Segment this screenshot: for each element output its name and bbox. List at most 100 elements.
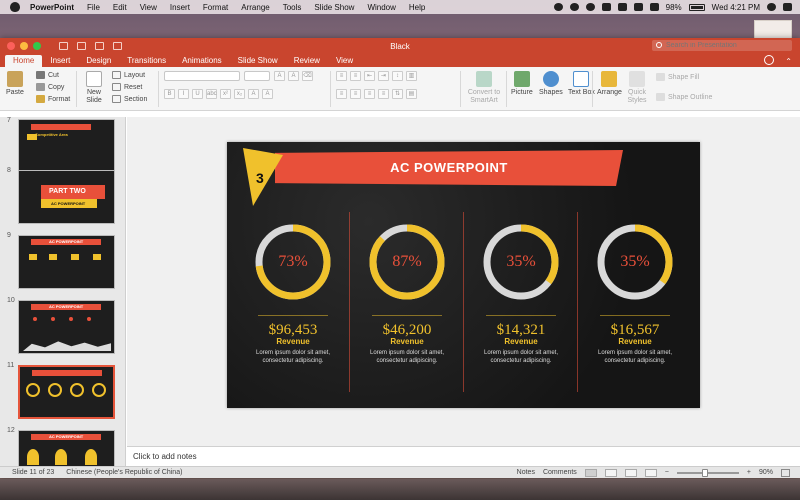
menu-edit[interactable]: Edit xyxy=(113,3,127,12)
text-direction-icon[interactable]: ⇅ xyxy=(392,89,403,99)
format-painter-button[interactable]: Format xyxy=(36,93,70,105)
justify-icon[interactable]: ≡ xyxy=(378,89,389,99)
menu-insert[interactable]: Insert xyxy=(170,3,190,12)
slide-title[interactable]: AC POWERPOINT xyxy=(275,150,623,186)
font-name-field[interactable] xyxy=(164,71,240,81)
apple-icon[interactable] xyxy=(10,2,20,12)
search-input[interactable] xyxy=(652,40,792,51)
line-spacing-icon[interactable]: ↕ xyxy=(392,71,403,81)
menu-window[interactable]: Window xyxy=(367,3,395,12)
cut-button[interactable]: Cut xyxy=(36,69,70,81)
shape-outline-button[interactable]: Shape Outline xyxy=(656,91,712,103)
align-left-icon[interactable]: ≡ xyxy=(336,89,347,99)
reading-view-button[interactable] xyxy=(624,468,637,477)
menu-slide-show[interactable]: Slide Show xyxy=(314,3,354,12)
strikethrough-button[interactable]: abc xyxy=(206,89,217,99)
menu-arrange[interactable]: Arrange xyxy=(241,3,269,12)
picture-button[interactable]: Picture xyxy=(511,71,533,97)
underline-button[interactable]: U xyxy=(192,89,203,99)
increase-indent-icon[interactable]: ⇥ xyxy=(378,71,389,81)
list-icon[interactable] xyxy=(783,3,792,11)
tab-home[interactable]: Home xyxy=(5,55,43,67)
notes-toggle-button[interactable]: Notes xyxy=(517,469,535,476)
qq-icon[interactable] xyxy=(585,3,595,11)
search-icon[interactable] xyxy=(767,3,776,11)
tab-review[interactable]: Review xyxy=(286,55,328,67)
minimize-window-button[interactable] xyxy=(20,42,28,50)
numbering-icon[interactable]: ≡ xyxy=(350,71,361,81)
close-window-button[interactable] xyxy=(7,42,15,50)
zoom-out-button[interactable]: − xyxy=(665,469,669,476)
slide-editing-canvas[interactable]: AC POWERPOINT 3 73% $96,453 Revenue Lore… xyxy=(127,117,800,446)
chat-icon[interactable] xyxy=(601,3,611,11)
copy-button[interactable]: Copy xyxy=(36,81,70,93)
slide-thumbnail-12[interactable]: AC POWERPOINT xyxy=(18,430,115,466)
slide-thumbnail-9[interactable]: AC POWERPOINT xyxy=(18,235,115,289)
fit-to-window-button[interactable] xyxy=(781,468,790,477)
shapes-button[interactable]: Shapes xyxy=(539,71,563,97)
menu-help[interactable]: Help xyxy=(409,3,425,12)
zoom-slider[interactable] xyxy=(676,468,739,477)
bullets-icon[interactable]: ≡ xyxy=(336,71,347,81)
italic-button[interactable]: I xyxy=(178,89,189,99)
slide-thumbnail-11-selected[interactable] xyxy=(18,365,115,419)
clear-format-icon[interactable]: ⌫ xyxy=(302,71,313,81)
superscript-button[interactable]: x² xyxy=(220,89,231,99)
slide-thumbnail-8[interactable]: PART TWO AC POWERPOINT xyxy=(18,170,115,224)
shape-fill-button[interactable]: Shape Fill xyxy=(656,71,712,83)
text-effects-icon[interactable]: A xyxy=(262,89,273,99)
new-slide-button[interactable]: New Slide xyxy=(82,71,106,105)
tab-view[interactable]: View xyxy=(328,55,361,67)
menu-tools[interactable]: Tools xyxy=(283,3,302,12)
notes-pane[interactable]: Click to add notes xyxy=(127,446,800,466)
save-icon[interactable] xyxy=(77,42,86,50)
menu-view[interactable]: View xyxy=(140,3,157,12)
zoom-in-button[interactable]: + xyxy=(747,469,751,476)
align-text-icon[interactable]: ▤ xyxy=(406,89,417,99)
redo-icon[interactable] xyxy=(113,42,122,50)
hat-icon[interactable] xyxy=(553,3,563,11)
align-center-icon[interactable]: ≡ xyxy=(350,89,361,99)
tab-transitions[interactable]: Transitions xyxy=(119,55,174,67)
comments-toggle-button[interactable]: Comments xyxy=(543,469,577,476)
font-color-icon[interactable]: A xyxy=(248,89,259,99)
battery-icon[interactable] xyxy=(688,3,705,11)
current-slide[interactable]: AC POWERPOINT 3 73% $96,453 Revenue Lore… xyxy=(227,142,700,408)
columns-icon[interactable]: ▥ xyxy=(406,71,417,81)
undo-icon[interactable] xyxy=(95,42,104,50)
tab-design[interactable]: Design xyxy=(78,55,119,67)
wifi-icon[interactable] xyxy=(617,3,627,11)
paste-button[interactable]: Paste xyxy=(6,71,24,97)
layout-button[interactable]: Layout xyxy=(112,69,147,81)
bold-button[interactable]: B xyxy=(164,89,175,99)
normal-view-button[interactable] xyxy=(584,468,597,477)
arrange-button[interactable]: Arrange xyxy=(597,71,622,97)
volume-icon[interactable] xyxy=(649,3,659,11)
slide-sorter-view-button[interactable] xyxy=(604,468,617,477)
zoom-window-button[interactable] xyxy=(33,42,41,50)
menu-format[interactable]: Format xyxy=(203,3,228,12)
decrease-indent-icon[interactable]: ⇤ xyxy=(364,71,375,81)
tab-animations[interactable]: Animations xyxy=(174,55,230,67)
menu-app-name[interactable]: PowerPoint xyxy=(30,3,74,12)
menu-file[interactable]: File xyxy=(87,3,100,12)
language-indicator[interactable]: Chinese (People's Republic of China) xyxy=(66,469,182,476)
increase-font-icon[interactable]: A xyxy=(274,71,285,81)
clock[interactable]: Wed 4:21 PM xyxy=(712,3,760,12)
text-box-button[interactable]: Text Box xyxy=(568,71,595,97)
feedback-smiley-icon[interactable] xyxy=(764,55,774,65)
slide-thumbnail-7[interactable]: Competitive Area xyxy=(18,119,115,173)
align-right-icon[interactable]: ≡ xyxy=(364,89,375,99)
convert-smartart-button[interactable]: Convert to SmartArt xyxy=(466,71,502,105)
decrease-font-icon[interactable]: A xyxy=(288,71,299,81)
section-button[interactable]: Section xyxy=(112,93,147,105)
reset-button[interactable]: Reset xyxy=(112,81,147,93)
quick-styles-button[interactable]: Quick Styles xyxy=(626,71,648,105)
font-size-field[interactable] xyxy=(244,71,270,81)
shazam-icon[interactable] xyxy=(633,3,643,11)
tab-insert[interactable]: Insert xyxy=(42,55,78,67)
slide-thumbnail-10[interactable]: AC POWERPOINT xyxy=(18,300,115,354)
zoom-level[interactable]: 90% xyxy=(759,469,773,476)
tab-slide-show[interactable]: Slide Show xyxy=(230,55,286,67)
slide-show-view-button[interactable] xyxy=(644,468,657,477)
